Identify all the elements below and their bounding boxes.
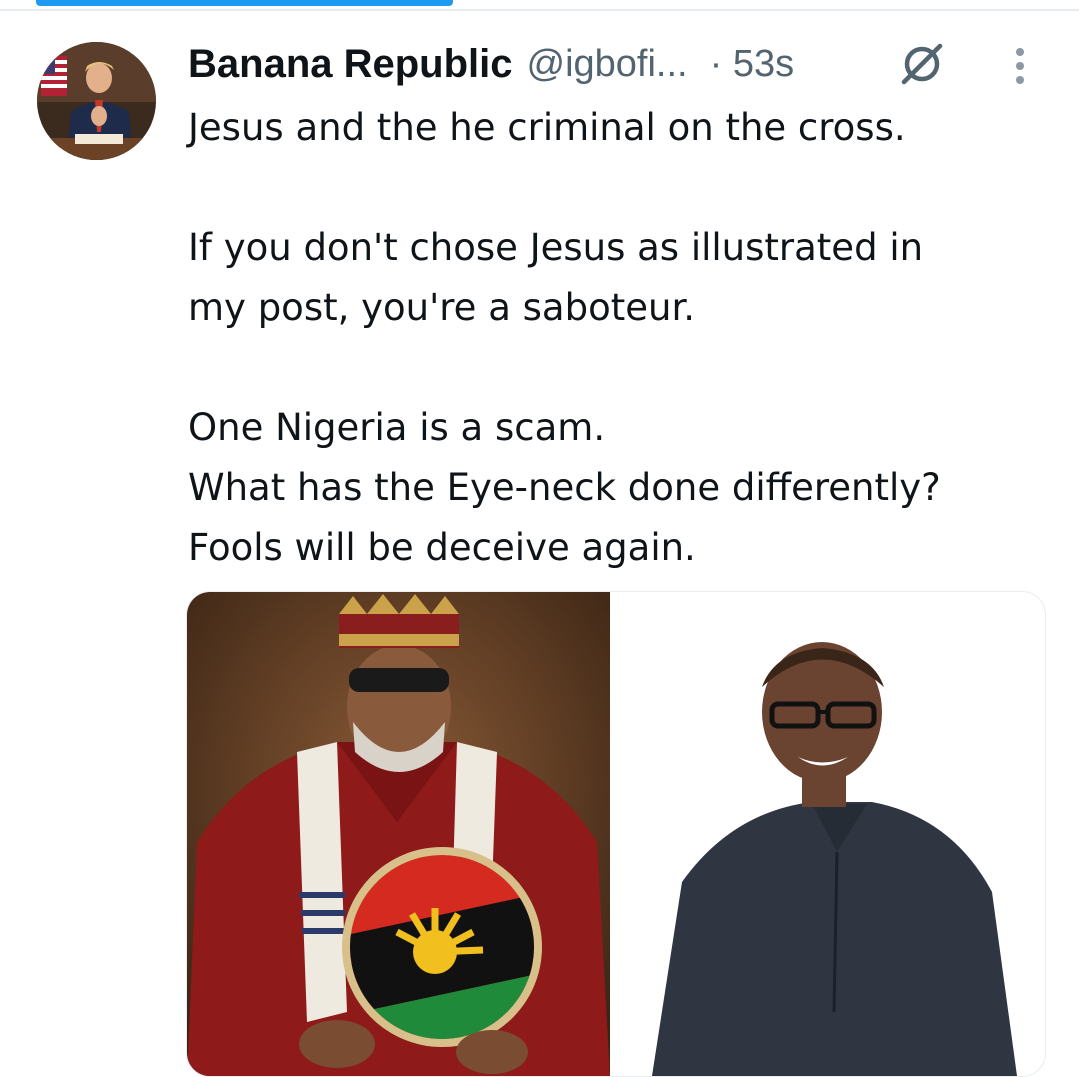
tweet-line: What has the Eye-neck done differently? — [188, 466, 941, 509]
tweet-line: my post, you're a saboteur. — [188, 286, 696, 329]
timestamp[interactable]: · 53s — [710, 43, 794, 86]
more-vertical-icon[interactable] — [1006, 44, 1034, 88]
progress-fill — [36, 0, 453, 6]
user-handle[interactable]: @igbofi... — [527, 43, 688, 86]
photo-man-with-crown — [187, 592, 610, 1076]
media-divider — [610, 592, 622, 1076]
tweet-media — [186, 591, 1046, 1077]
avatar-image — [37, 42, 156, 160]
avatar[interactable] — [37, 42, 156, 160]
tweet-line: Jesus and the he criminal on the cross. — [188, 106, 906, 149]
progress-track — [0, 9, 1079, 11]
tweet-line: One Nigeria is a scam. — [188, 406, 606, 449]
grok-icon[interactable] — [898, 40, 946, 88]
tweet-header: Banana Republic @igbofi... · 53s — [188, 38, 794, 90]
tweet-line: Fools will be deceive again. — [188, 526, 696, 569]
loading-progress-bar — [0, 0, 1079, 12]
media-image-left[interactable] — [187, 592, 610, 1076]
photo-man-smiling — [622, 592, 1045, 1076]
tweet-line: If you don't chose Jesus as illustrated … — [188, 226, 924, 269]
media-image-right[interactable] — [622, 592, 1045, 1076]
display-name[interactable]: Banana Republic — [188, 42, 513, 87]
tweet-text: Jesus and the he criminal on the cross. … — [188, 98, 1058, 578]
